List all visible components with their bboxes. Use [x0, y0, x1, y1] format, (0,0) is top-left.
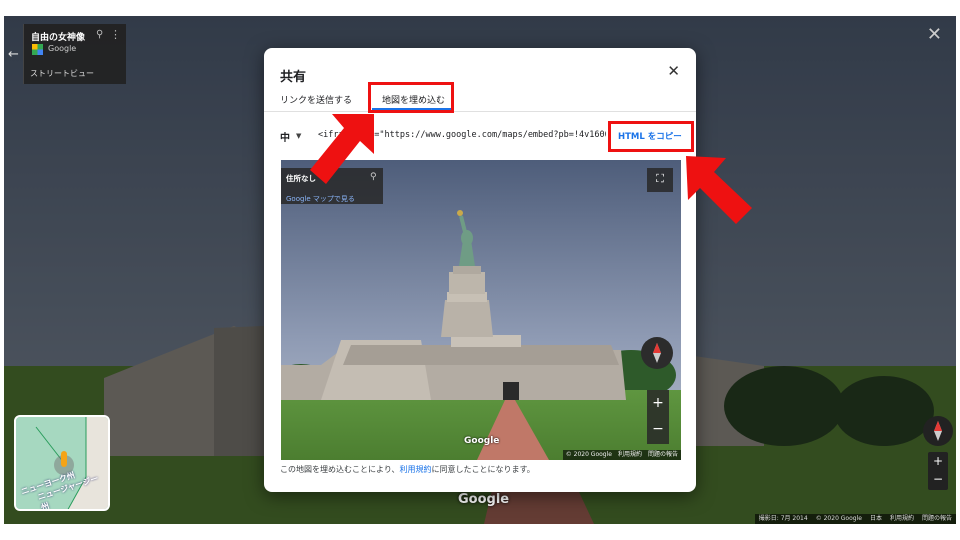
dropdown-caret-icon[interactable]: ▼: [296, 132, 301, 140]
preview-footer: © 2020 Google 利用規約 問題の報告: [562, 450, 681, 460]
streetview-info-card: 自由の女神像 Google ⚲ ⋮ ストリートビュー: [24, 24, 126, 84]
fullscreen-icon[interactable]: ⛶: [647, 168, 673, 192]
highlight-box-copy-html: [608, 121, 694, 152]
location-pin-icon[interactable]: ⚲: [96, 29, 103, 40]
terms-link[interactable]: 利用規約: [890, 514, 914, 524]
size-select[interactable]: 中: [280, 129, 290, 144]
tab-send-link[interactable]: リンクを送信する: [280, 93, 352, 106]
preview-google-logo: Google: [464, 436, 500, 446]
zoom-in-icon[interactable]: +: [928, 452, 948, 470]
preview-terms-link[interactable]: 利用規約: [618, 450, 642, 460]
report-link[interactable]: 問題の報告: [922, 514, 952, 524]
close-icon[interactable]: ✕: [927, 24, 942, 45]
zoom-out-icon[interactable]: −: [928, 470, 948, 488]
preview-zoom-out-icon[interactable]: −: [647, 416, 669, 442]
dialog-title: 共有: [280, 70, 307, 85]
copyright: © 2020 Google: [815, 515, 862, 522]
view-in-maps-link[interactable]: Google マップで見る: [286, 194, 355, 204]
preview-zoom-controls[interactable]: + −: [647, 390, 669, 444]
terms-of-service-link[interactable]: 利用規約: [400, 465, 432, 474]
preview-zoom-in-icon[interactable]: +: [647, 390, 669, 416]
dialog-close-icon[interactable]: ✕: [667, 62, 680, 80]
zoom-controls[interactable]: + −: [928, 452, 948, 490]
preview-copyright: © 2020 Google: [565, 451, 612, 458]
more-vert-icon[interactable]: ⋮: [110, 28, 121, 41]
terms-suffix: に同意したことになります。: [431, 465, 535, 474]
embed-preview[interactable]: 住所なし ⚲ Google マップで見る ⛶ + − Google © 2020…: [281, 160, 681, 460]
preview-compass-icon[interactable]: [641, 337, 673, 369]
preview-report-link[interactable]: 問題の報告: [648, 450, 678, 460]
region: 日本: [869, 515, 882, 522]
preview-image: [281, 160, 681, 460]
red-arrow-icon: [310, 114, 374, 184]
google-watermark: Google: [458, 492, 510, 507]
streetview-footer: 撮影日: 7月 2014 © 2020 Google 日本 利用規約 問題の報告: [754, 514, 956, 524]
google-label: Google: [48, 44, 77, 53]
minimap[interactable]: ニューヨーク州 ニュージャージー州: [14, 415, 110, 511]
back-arrow-icon[interactable]: ←: [4, 24, 24, 84]
red-arrow-icon: [686, 156, 752, 224]
compass-icon[interactable]: [923, 416, 953, 446]
capture-date: 撮影日: 7月 2014: [758, 515, 808, 522]
terms-notice: この地図を埋め込むことにより、利用規約に同意したことになります。: [280, 464, 535, 475]
streetview-subtitle: ストリートビュー: [30, 69, 94, 78]
place-title: 自由の女神像: [31, 33, 86, 43]
terms-prefix: この地図を埋め込むことにより、: [280, 465, 400, 474]
google-maps-icon: [32, 44, 43, 55]
